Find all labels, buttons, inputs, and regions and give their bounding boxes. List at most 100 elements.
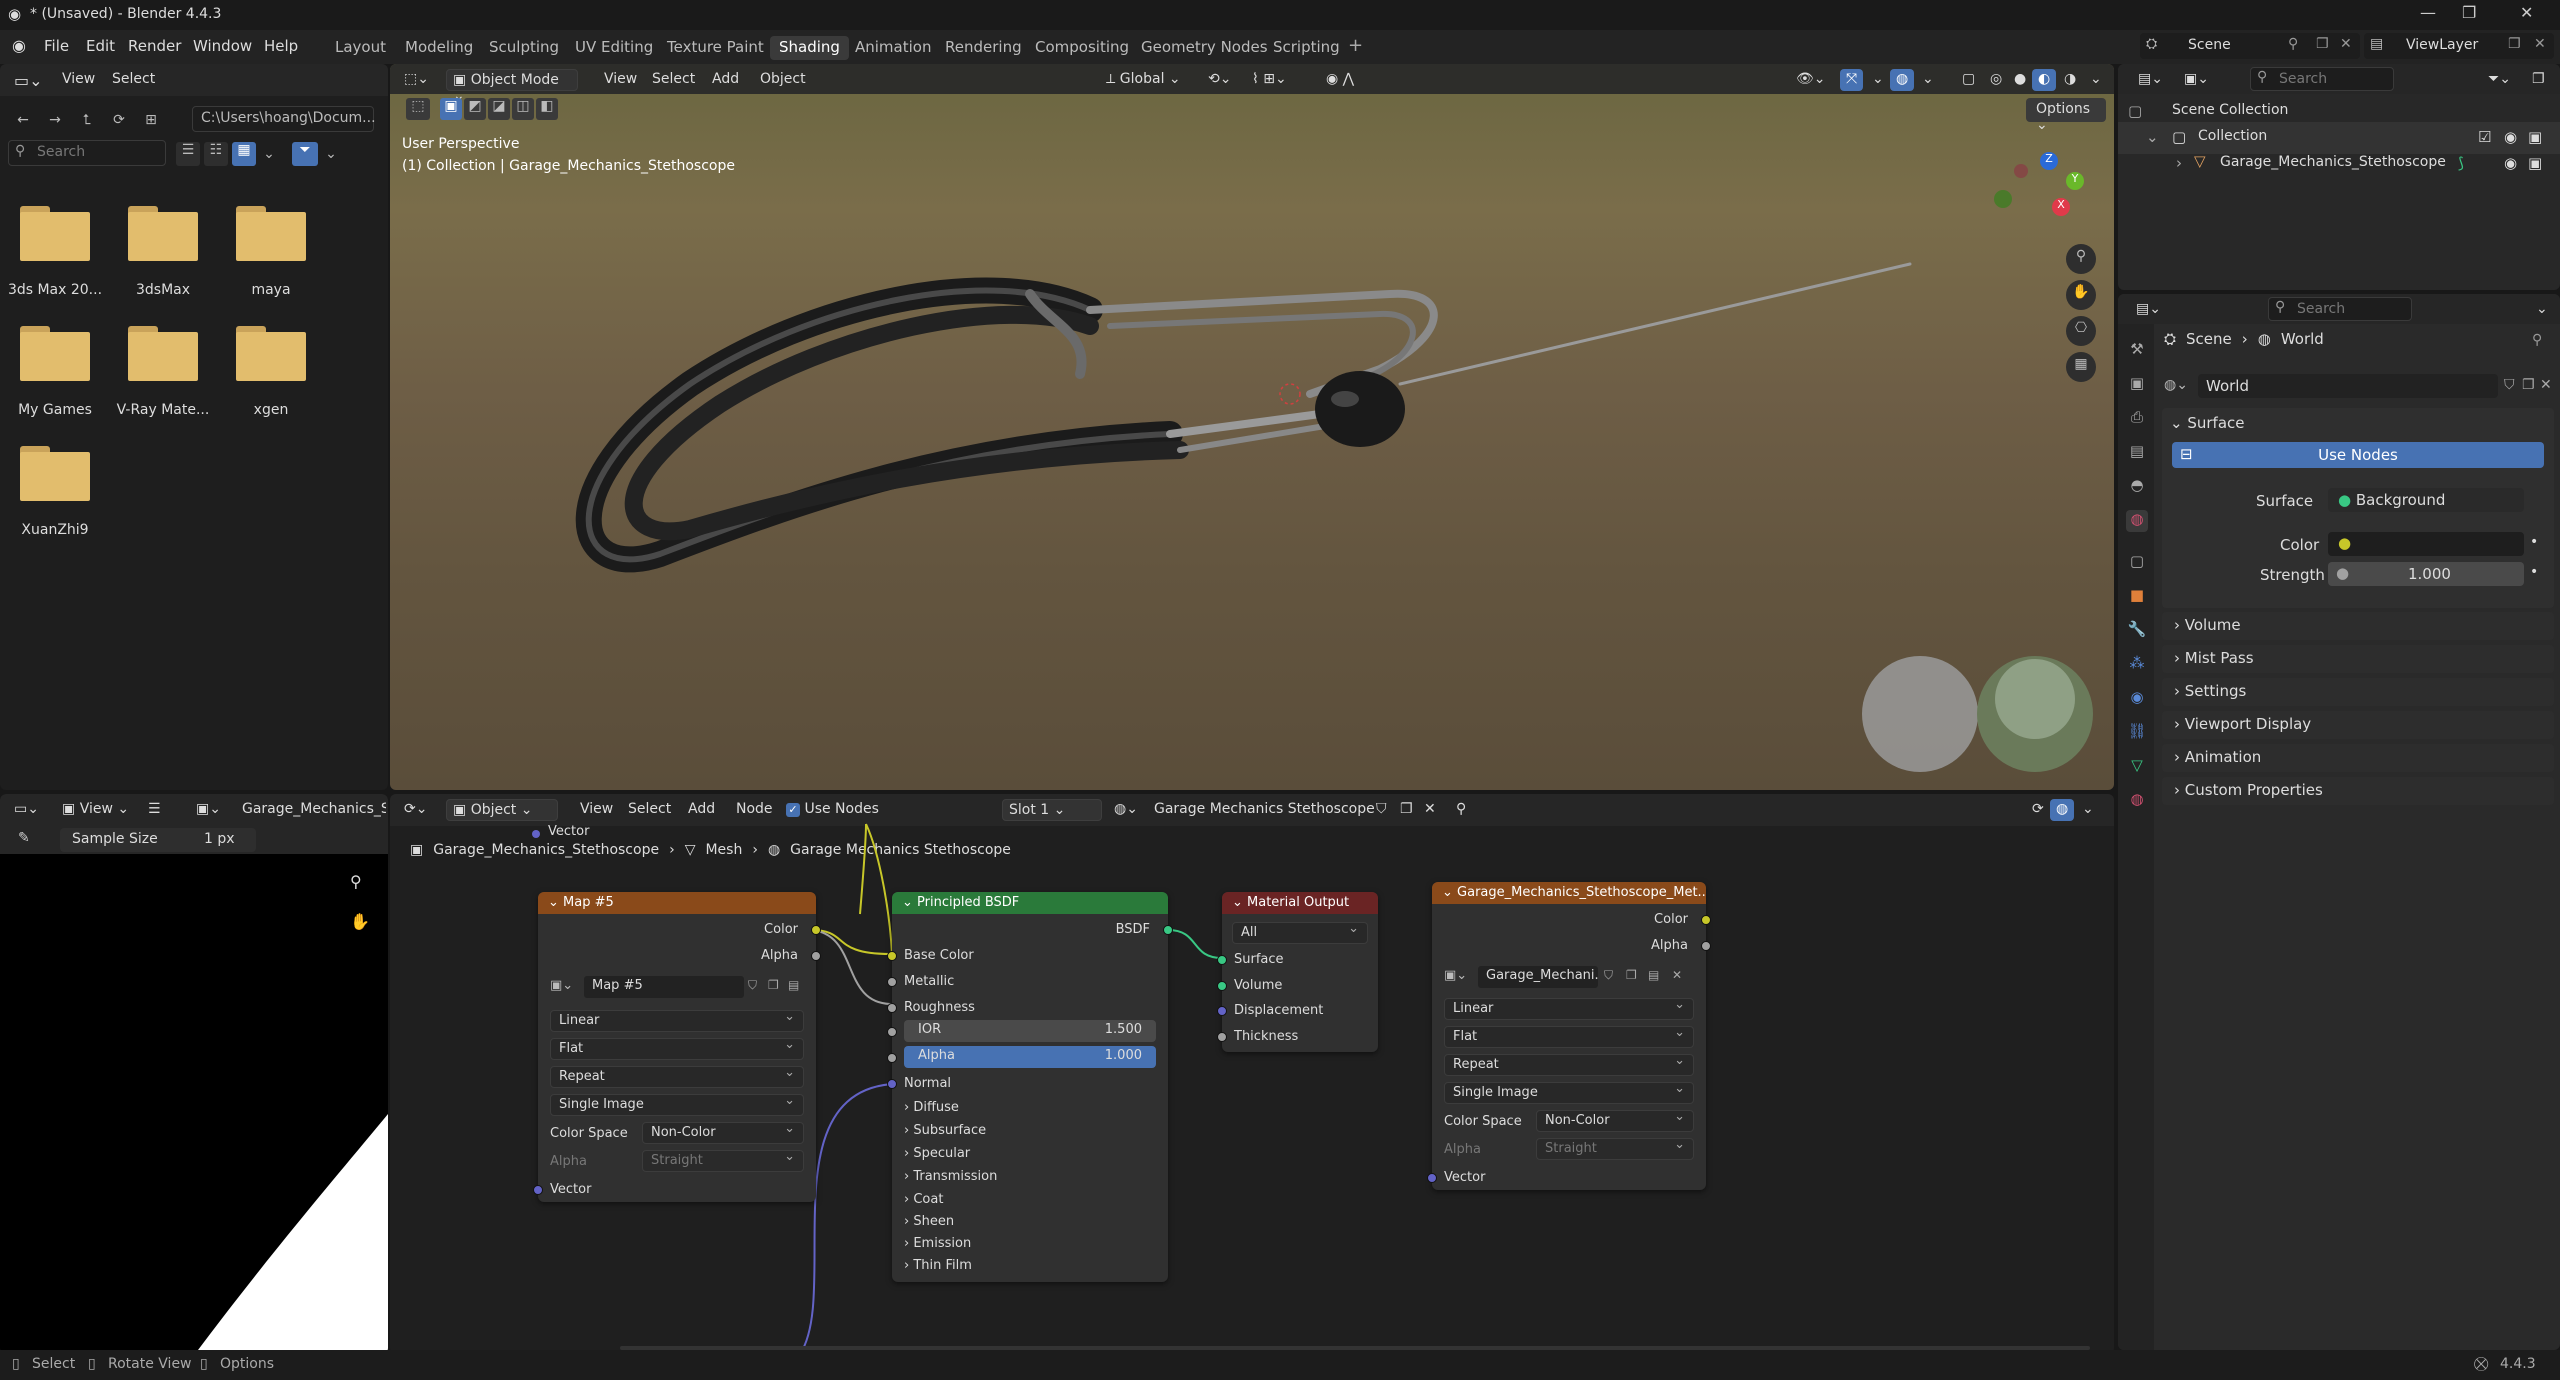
alpha-mode-dropdown[interactable]: Straight — [1536, 1137, 1694, 1160]
refresh-icon[interactable]: ⟳ — [106, 112, 132, 128]
unlink-image-icon[interactable]: ✕ — [1672, 968, 1682, 982]
color-space-dropdown[interactable]: Non-Color — [1536, 1109, 1694, 1132]
editor-type-icon[interactable]: ▤⌄ — [2132, 69, 2169, 91]
y-axis-icon[interactable]: Y — [2066, 172, 2084, 190]
editor-type-icon[interactable]: ▭⌄ — [8, 69, 49, 91]
image-texture-node-map5[interactable]: ⌄ Map #5 Color Alpha ▣⌄ Map #5 ⛉ ❐ ▤ Lin… — [533, 892, 821, 1202]
close-icon[interactable]: ✕ — [2520, 3, 2533, 22]
use-nodes-button[interactable]: ⊟ Use Nodes — [2172, 442, 2544, 468]
filter-icon[interactable]: ⏷⌄ — [2482, 69, 2517, 91]
pin-icon[interactable]: ⚲ — [2532, 332, 2542, 348]
world-browse-icon[interactable]: ◍⌄ — [2164, 377, 2188, 393]
tab-modeling[interactable]: Modeling — [396, 36, 482, 60]
output-alpha-socket[interactable] — [1701, 941, 1711, 951]
panel-sheen[interactable]: › Sheen — [904, 1214, 954, 1229]
projection-dropdown[interactable]: Flat — [550, 1037, 804, 1060]
open-image-icon[interactable]: ▤ — [788, 978, 799, 992]
camera-icon[interactable]: ▣ — [2528, 128, 2542, 146]
world-tab-icon[interactable]: ◍ — [2126, 510, 2148, 532]
section-viewport-display[interactable]: › Viewport Display — [2162, 711, 2554, 739]
input-thickness-socket[interactable] — [1217, 1032, 1227, 1042]
surface-shader-field[interactable]: ● Background — [2328, 488, 2524, 512]
strength-slider[interactable]: ● 1.000 — [2328, 562, 2524, 586]
view-layer-tab-icon[interactable]: ▤ — [2126, 442, 2148, 464]
checkbox-checked-icon[interactable]: ☑ — [2478, 128, 2491, 146]
panel-specular[interactable]: › Specular — [904, 1146, 970, 1161]
input-normal-socket[interactable] — [887, 1079, 897, 1089]
material-output-node[interactable]: ⌄ Material Output All Surface Volume Dis… — [1217, 892, 1378, 1052]
unlink-world-icon[interactable]: ✕ — [2540, 377, 2552, 393]
scene-tab-icon[interactable]: ◓ — [2126, 476, 2148, 498]
object-tab-icon[interactable]: ■ — [2126, 586, 2148, 608]
duplicate-image-icon[interactable]: ❐ — [1626, 968, 1637, 982]
input-volume-socket[interactable] — [1217, 981, 1227, 991]
keyframe-dot-icon[interactable]: • — [2530, 534, 2538, 550]
thumbnails-icon[interactable]: ▦ — [232, 142, 256, 166]
alpha-mode-dropdown[interactable]: Straight — [642, 1149, 804, 1172]
file-view-menu[interactable]: View — [56, 69, 101, 91]
fake-user-icon[interactable]: ⛉ — [2504, 377, 2515, 393]
tab-sculpting[interactable]: Sculpting — [480, 36, 568, 60]
extension-dropdown[interactable]: Repeat — [550, 1065, 804, 1088]
tab-shading[interactable]: Shading — [770, 36, 849, 60]
list-horizontal-icon[interactable]: ☷ — [204, 142, 228, 166]
node-header[interactable]: ⌄ Map #5 — [538, 892, 816, 914]
section-custom-properties[interactable]: › Custom Properties — [2162, 777, 2554, 805]
menu-window[interactable]: Window — [193, 37, 252, 55]
image-pan-icon[interactable]: ✋ — [350, 912, 370, 931]
duplicate-world-icon[interactable]: ❐ — [2522, 377, 2535, 393]
extension-dropdown[interactable]: Repeat — [1444, 1053, 1694, 1076]
tab-animation[interactable]: Animation — [846, 36, 940, 60]
stethoscope-model[interactable] — [390, 64, 2114, 790]
minimize-icon[interactable]: — — [2420, 3, 2436, 22]
open-image-icon[interactable]: ▤ — [1648, 968, 1659, 982]
constraints-tab-icon[interactable]: ⛓ — [2126, 722, 2148, 744]
outliner-object[interactable]: › ▽ Garage_Mechanics_Stethoscope ⟆ ◉ ▣ — [2118, 148, 2560, 180]
file-search-input[interactable]: ⚲ Search — [8, 140, 166, 166]
properties-search-input[interactable]: ⚲ Search — [2268, 297, 2412, 321]
section-volume[interactable]: › Volume — [2162, 612, 2554, 640]
image-editor-area[interactable]: ▭⌄ ▣ View ⌄ ☰ ▣⌄ Garage_Mechanics_Ste ✎ … — [0, 794, 388, 1354]
forward-icon[interactable]: → — [42, 112, 68, 128]
alpha-slider[interactable]: Alpha 1.000 — [904, 1046, 1156, 1068]
data-tab-icon[interactable]: ▽ — [2126, 756, 2148, 778]
projection-dropdown[interactable]: Flat — [1444, 1025, 1694, 1048]
shader-node-editor[interactable]: ⟳⌄ ▣ Object ⌄ View Select Add Node ✓ Use… — [390, 794, 2114, 1354]
render-target-dropdown[interactable]: All — [1232, 921, 1368, 944]
new-view-layer-icon[interactable]: ❐ — [2508, 36, 2521, 52]
input-roughness-socket[interactable] — [887, 1003, 897, 1013]
parent-dir-icon[interactable]: ⮤ — [74, 112, 100, 128]
eye-icon[interactable]: ◉ — [2504, 154, 2517, 172]
image-view-menu[interactable]: ▣ View ⌄ — [56, 799, 135, 821]
restore-icon[interactable]: ❐ — [2462, 3, 2476, 22]
output-bsdf-socket[interactable] — [1163, 925, 1173, 935]
material-tab-icon[interactable]: ◍ — [2126, 790, 2148, 812]
source-dropdown[interactable]: Single Image — [1444, 1081, 1694, 1104]
section-mist-pass[interactable]: › Mist Pass — [2162, 645, 2554, 673]
tab-compositing[interactable]: Compositing — [1026, 36, 1138, 60]
editor-type-icon[interactable]: ▭⌄ — [8, 799, 45, 821]
navigation-gizmo[interactable]: Z Y X — [1986, 150, 2086, 250]
input-vector-socket[interactable] — [533, 1185, 543, 1195]
pin-icon[interactable]: ⚲ — [2288, 36, 2298, 52]
neg-y-axis-icon[interactable] — [1994, 190, 2012, 208]
interpolation-dropdown[interactable]: Linear — [1444, 997, 1694, 1020]
node-header[interactable]: ⌄ Material Output — [1222, 892, 1378, 914]
section-settings[interactable]: › Settings — [2162, 678, 2554, 706]
tab-scripting[interactable]: Scripting — [1264, 36, 1349, 60]
fake-user-icon[interactable]: ⛉ — [1604, 968, 1613, 983]
delete-view-layer-icon[interactable]: ✕ — [2534, 36, 2546, 52]
back-icon[interactable]: ← — [10, 112, 36, 128]
delete-scene-icon[interactable]: ✕ — [2340, 36, 2352, 52]
menu-render[interactable]: Render — [128, 37, 181, 55]
image-zoom-icon[interactable]: ⚲ — [350, 872, 362, 891]
sample-eyedropper-icon[interactable]: ✎ — [18, 830, 30, 846]
source-dropdown[interactable]: Single Image — [550, 1093, 804, 1116]
image-selector[interactable]: ▣⌄ Map #5 ⛉ ❐ ▤ — [550, 976, 804, 1000]
zoom-icon[interactable]: ⚲ — [2066, 244, 2096, 274]
modifier-tab-icon[interactable]: 🔧 — [2126, 620, 2148, 642]
tab-rendering[interactable]: Rendering — [936, 36, 1031, 60]
image-name-field[interactable]: Garage_Mechani... — [1478, 966, 1598, 988]
input-alpha-socket[interactable] — [887, 1053, 897, 1063]
keyframe-dot-icon[interactable]: • — [2530, 564, 2538, 580]
